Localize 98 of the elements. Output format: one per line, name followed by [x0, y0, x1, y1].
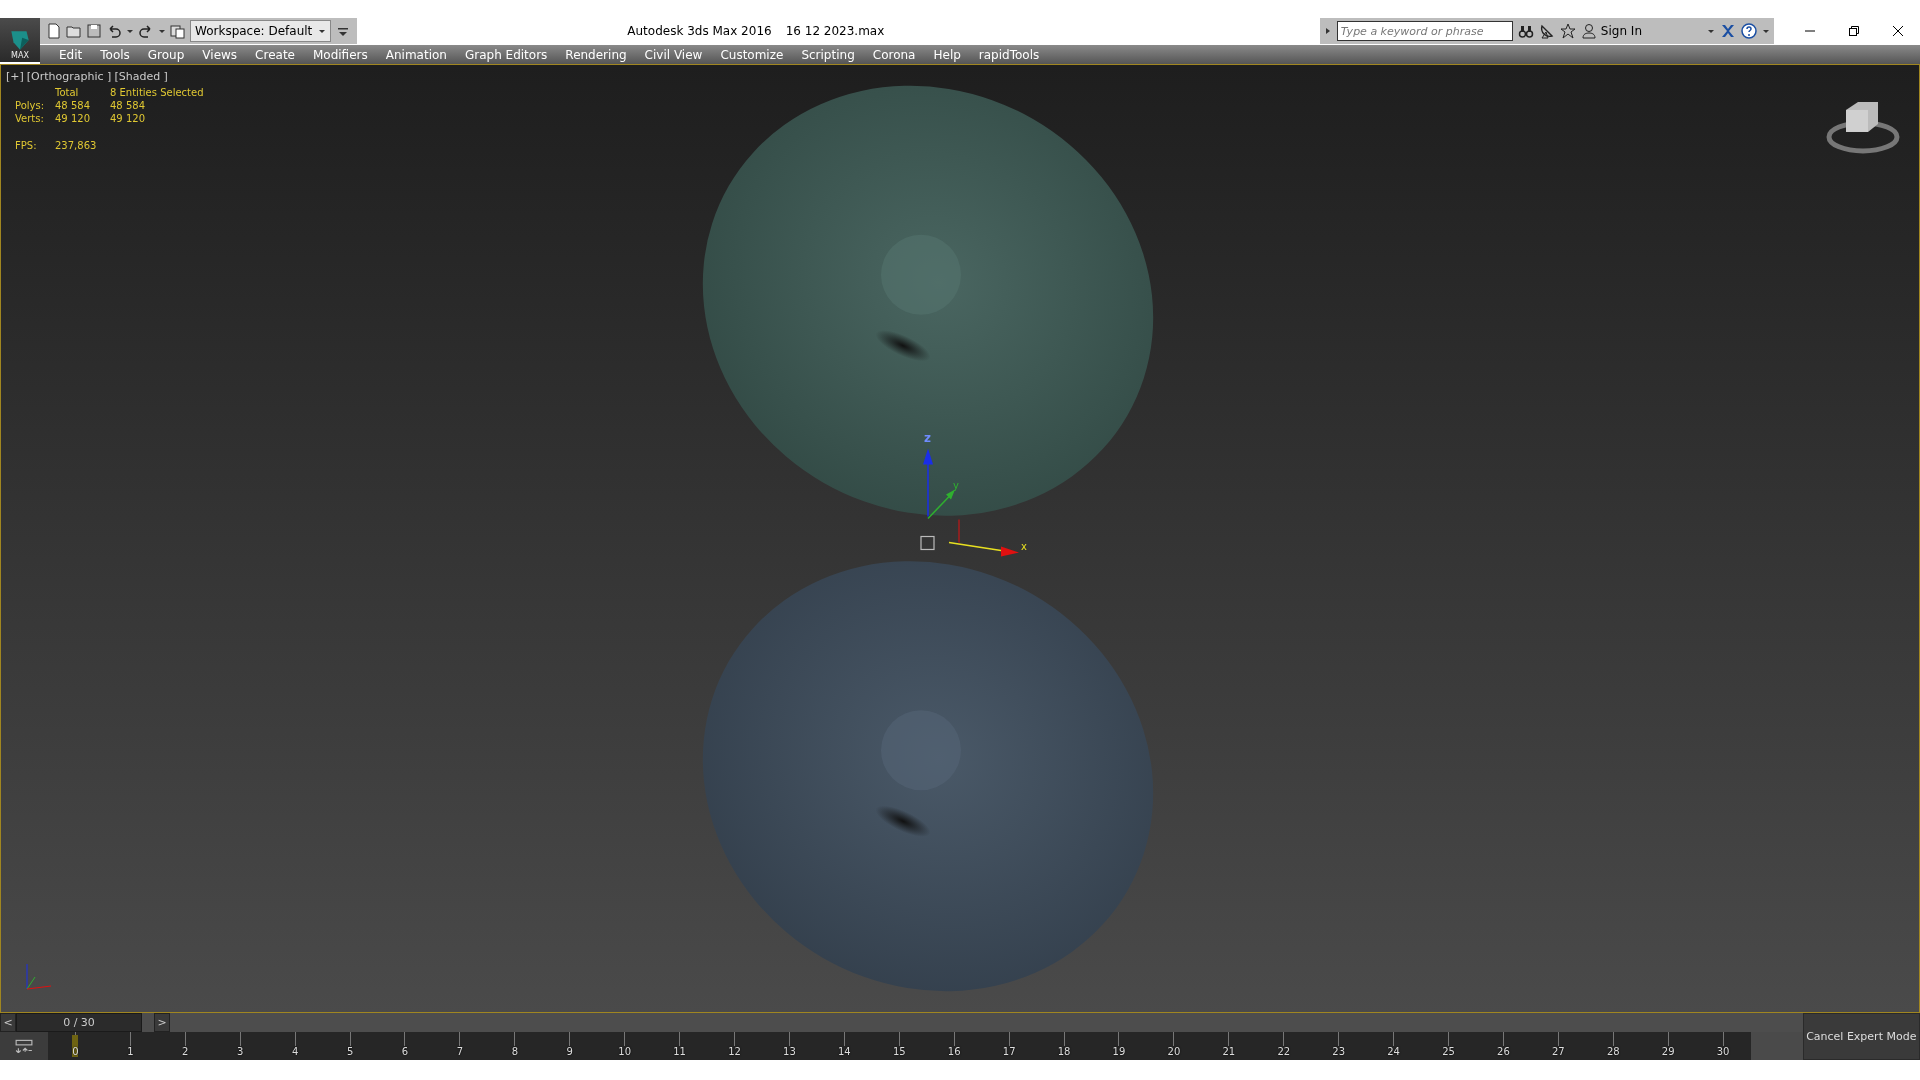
restore-icon[interactable]: [1848, 24, 1860, 37]
search-field[interactable]: Type a keyword or phrase: [1336, 21, 1513, 41]
frame-number: 9: [566, 1046, 573, 1057]
star-icon[interactable]: [1559, 23, 1576, 39]
frame-number: 12: [728, 1046, 741, 1057]
logo-label: MAX: [11, 51, 29, 60]
menu-item[interactable]: Views: [193, 47, 247, 62]
frame-number: 7: [456, 1046, 464, 1057]
new-file-icon[interactable]: [46, 23, 62, 39]
frame-number: 8: [511, 1046, 518, 1057]
file-name: 16 12 2023.max: [785, 23, 885, 38]
frame-number: 15: [892, 1046, 906, 1057]
frame-number: 2: [182, 1046, 189, 1057]
menu-item[interactable]: Rendering: [556, 47, 636, 62]
stat-label: FPS:: [15, 140, 38, 151]
frame-number: 11: [673, 1046, 686, 1057]
frame-number: 18: [1057, 1046, 1071, 1057]
app-title: Autodesk 3ds Max 2016: [627, 23, 772, 38]
frame-number: 17: [1002, 1046, 1016, 1057]
stat-label: Verts:: [15, 113, 45, 124]
stat-value: 48 584: [55, 100, 91, 111]
mini-curve-editor-button[interactable]: [0, 1032, 48, 1060]
help-icon[interactable]: [1741, 23, 1757, 39]
menu-item[interactable]: Group: [138, 47, 194, 62]
curve-editor-icon: [15, 1039, 33, 1053]
fabric-disc[interactable]: [703, 86, 1153, 516]
cancel-expert-mode-button[interactable]: Cancel Expert Mode: [1802, 1013, 1920, 1060]
app-logo-button[interactable]: MAX: [0, 18, 40, 62]
caret-icon[interactable]: [126, 27, 134, 35]
stat-value: 48 584: [110, 100, 146, 111]
viewport-label[interactable]: [+]: [6, 70, 24, 83]
stat-value: 49 120: [110, 113, 146, 124]
frame-number: 22: [1277, 1046, 1291, 1057]
frame-number: 6: [401, 1046, 409, 1057]
redo-icon[interactable]: [138, 23, 154, 39]
frame-number: 25: [1442, 1046, 1455, 1057]
frame-number: 27: [1552, 1046, 1565, 1057]
exchange-icon[interactable]: [1720, 23, 1736, 39]
stat-label: Polys:: [15, 100, 46, 111]
frame-number: 13: [783, 1046, 796, 1057]
menu-item[interactable]: Customize: [711, 47, 793, 62]
menu-item[interactable]: Modifiers: [303, 47, 377, 62]
caret-icon[interactable]: [1762, 27, 1770, 35]
stat-header: 8 Entities Selected: [110, 87, 204, 98]
menu-item[interactable]: Create: [246, 47, 304, 62]
menu-item[interactable]: Tools: [91, 47, 139, 62]
viewport[interactable]: z y x [+] [Orthographic ] [Shaded ] Total 8 Entities Selected Polys: 48 584 48 584 Verts: 49 120 49 120 FPS: 237,863: [0, 64, 1920, 1013]
frame-number: 26: [1497, 1046, 1510, 1057]
frame-number: 16: [947, 1046, 961, 1057]
save-icon[interactable]: [86, 23, 102, 39]
stat-header: Total: [55, 87, 80, 98]
caret-icon[interactable]: [1707, 27, 1715, 35]
frame-number: 20: [1167, 1046, 1181, 1057]
previous-frame-button[interactable]: <: [0, 1013, 16, 1032]
viewport-label[interactable]: [Shaded ]: [114, 70, 168, 83]
open-folder-icon[interactable]: [66, 23, 82, 39]
undo-icon[interactable]: [106, 23, 122, 39]
track-bar[interactable]: 0 1 2 3 4 5 6 7 8 9 10 11 12 13 14 15 16 17 18 19 20 21 22 23 24 25 26 27 28 29 30: [48, 1032, 1751, 1060]
stat-value: 237,863: [55, 140, 98, 151]
satellite-dish-icon[interactable]: [1538, 23, 1555, 39]
frame-number: 1: [127, 1046, 134, 1057]
frame-number: 29: [1661, 1046, 1675, 1057]
menu-item[interactable]: Edit: [50, 47, 92, 62]
viewport-label[interactable]: [Orthographic ]: [26, 70, 112, 83]
menu-item[interactable]: Animation: [376, 47, 456, 62]
frame-number: 14: [838, 1046, 851, 1057]
user-icon: [1580, 23, 1597, 39]
frame-number: 24: [1387, 1046, 1400, 1057]
menu-item[interactable]: Civil View: [635, 47, 712, 62]
caret-icon: [318, 27, 327, 35]
frame-number: 3: [237, 1046, 244, 1057]
frame-number: 0: [72, 1046, 79, 1057]
menu-item[interactable]: Scripting: [792, 47, 864, 62]
project-folder-icon[interactable]: [170, 23, 186, 39]
frame-number: 10: [618, 1046, 632, 1057]
menu-item[interactable]: Corona: [863, 47, 925, 62]
frame-number: 30: [1716, 1046, 1730, 1057]
frame-number: 28: [1606, 1046, 1620, 1057]
frame-number: 19: [1112, 1046, 1126, 1057]
axis-tripod: [26, 963, 52, 990]
transform-gizmo[interactable]: z y x: [920, 430, 1027, 557]
frame-number: 23: [1332, 1046, 1346, 1057]
expand-arrow-icon[interactable]: [1323, 27, 1332, 35]
sign-in-button[interactable]: Sign In: [1580, 23, 1702, 39]
frame-number: 5: [346, 1046, 354, 1057]
next-frame-button[interactable]: >: [154, 1013, 170, 1032]
time-slider-thumb[interactable]: 0 / 30: [16, 1013, 142, 1032]
binoculars-icon[interactable]: [1517, 23, 1534, 39]
workspace-dropdown[interactable]: Workspace: Default: [190, 20, 332, 42]
menu-item[interactable]: rapidTools: [969, 47, 1049, 62]
stat-value: 49 120: [55, 113, 91, 124]
viewcube[interactable]: [1826, 101, 1900, 154]
frame-number: 21: [1222, 1046, 1236, 1057]
menu-item[interactable]: Help: [924, 47, 970, 62]
caret-icon[interactable]: [158, 27, 166, 35]
close-icon[interactable]: [1892, 24, 1904, 37]
frame-number: 4: [291, 1046, 299, 1057]
menu-item[interactable]: Graph Editors: [455, 47, 557, 62]
